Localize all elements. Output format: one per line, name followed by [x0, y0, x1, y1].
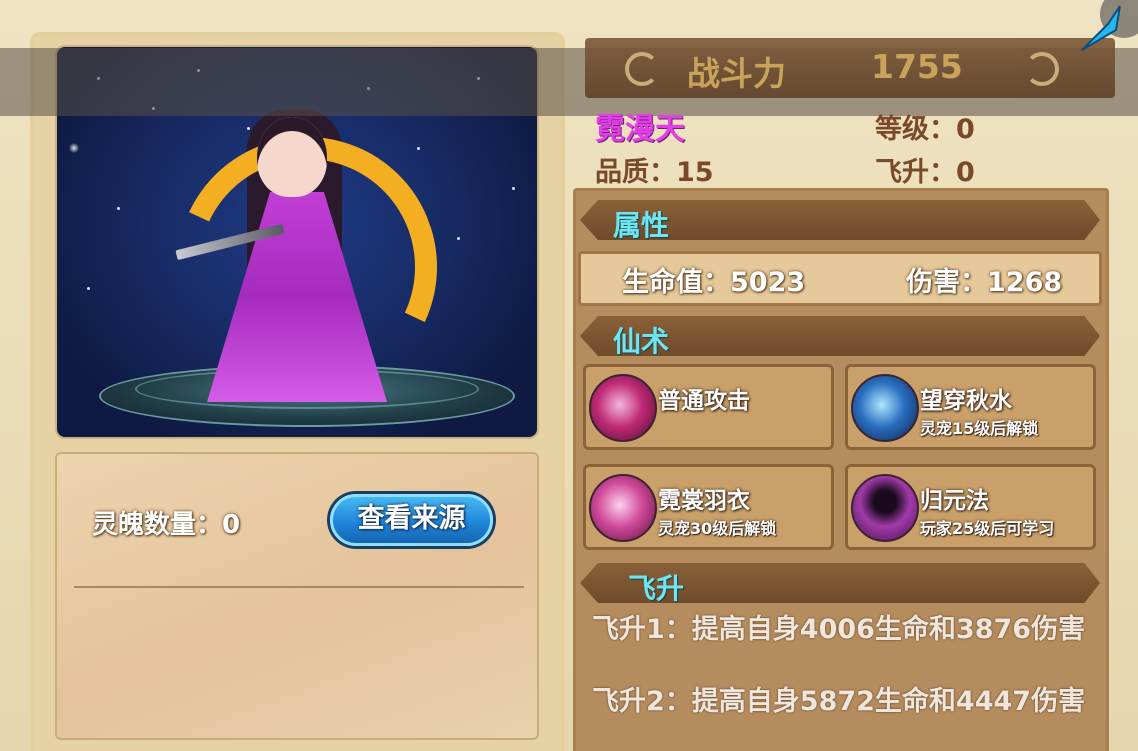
pink-swirl-icon	[589, 474, 657, 542]
ascend-level-label: 飞升：0	[875, 157, 975, 188]
star-decoration	[512, 187, 515, 190]
damage-value: 伤害：1268	[906, 267, 1063, 298]
attributes-title: 属性	[613, 209, 670, 242]
ascend-effect-2: 飞升2：提高自身5872生命和4447伤害	[592, 686, 1086, 717]
souls-divider	[74, 586, 524, 588]
combat-power-banner	[585, 38, 1115, 98]
skill-name: 望穿秋水	[920, 388, 1012, 414]
skill-card[interactable]: 普通攻击	[583, 364, 834, 450]
combat-power-label: 战斗力	[687, 54, 786, 93]
skill-unlock-note: 灵宠30级后解锁	[658, 519, 777, 538]
soul-count-label: 灵魄数量：0	[92, 510, 241, 540]
level-label: 等级：0	[875, 114, 975, 145]
skill-name: 归元法	[920, 488, 989, 514]
swirl-ornament-icon	[1025, 52, 1059, 86]
skill-unlock-note: 灵宠15级后解锁	[920, 419, 1039, 438]
star-decoration	[457, 237, 460, 240]
swirl-ornament-icon	[625, 52, 659, 86]
character-head	[257, 117, 327, 197]
game-window: 灵魄数量：0 查看来源 战斗力 1755 霓漫天 等级：0 品质：15 飞升：0…	[0, 0, 1138, 751]
skill-name: 普通攻击	[658, 388, 750, 414]
ascend-title: 飞升	[628, 572, 685, 605]
shadow-figure-icon	[851, 474, 919, 542]
skill-card[interactable]: 归元法 玩家25级后可学习	[845, 464, 1096, 550]
view-source-button[interactable]: 查看来源	[330, 494, 493, 546]
character-name: 霓漫天	[595, 112, 685, 147]
skill-unlock-note: 玩家25级后可学习	[920, 519, 1055, 538]
star-decoration	[417, 147, 420, 150]
phoenix-swirl-icon	[589, 374, 657, 442]
feather-corner-icon[interactable]	[1078, 0, 1138, 52]
star-decoration	[69, 143, 79, 153]
star-decoration	[87, 287, 90, 290]
skill-card[interactable]: 霓裳羽衣 灵宠30级后解锁	[583, 464, 834, 550]
skill-name: 霓裳羽衣	[658, 488, 750, 514]
star-decoration	[247, 127, 250, 130]
water-wave-icon	[851, 374, 919, 442]
hp-value: 生命值：5023	[622, 267, 806, 298]
quality-label: 品质：15	[595, 157, 714, 188]
star-decoration	[117, 207, 120, 210]
skill-card[interactable]: 望穿秋水 灵宠15级后解锁	[845, 364, 1096, 450]
ascend-effect-1: 飞升1：提高自身4006生命和3876伤害	[592, 614, 1086, 645]
skills-title: 仙术	[613, 325, 670, 358]
combat-power-value: 1755	[871, 47, 963, 86]
